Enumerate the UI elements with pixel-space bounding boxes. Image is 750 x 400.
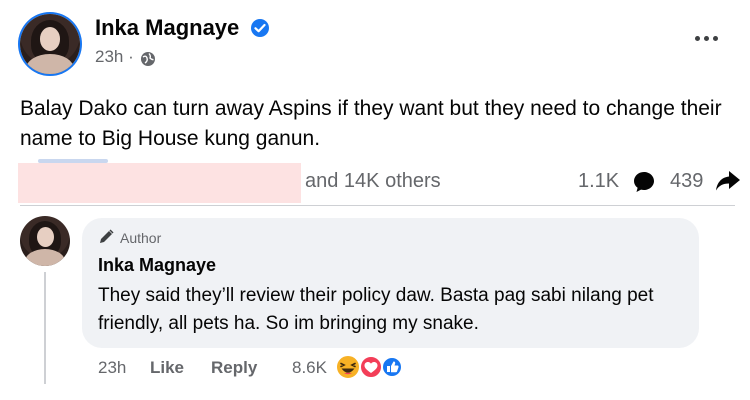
haha-reaction-icon	[335, 354, 361, 380]
comments-count[interactable]: 1.1K	[578, 170, 619, 193]
reactions-summary[interactable]: and 14K others	[305, 170, 441, 193]
globe-icon	[141, 52, 155, 66]
post-text: Balay Dako can turn away Aspins if they …	[20, 97, 722, 150]
thread-line	[44, 272, 46, 384]
pencil-icon	[100, 229, 114, 243]
comment-author-name[interactable]: Inka Magnaye	[98, 255, 216, 276]
shares-count[interactable]: 439	[670, 170, 703, 193]
comment-timestamp[interactable]: 23h	[98, 358, 126, 378]
comment-author-avatar[interactable]	[20, 216, 70, 266]
post-timestamp[interactable]: 23h ·	[95, 47, 134, 67]
verified-badge-icon	[251, 19, 269, 37]
comment-text: They said they’ll review their policy da…	[98, 285, 654, 334]
comment-bubble-icon	[634, 172, 654, 192]
like-reaction-icon	[381, 356, 403, 378]
more-options-icon[interactable]	[695, 28, 725, 41]
love-reaction-icon	[359, 355, 383, 379]
like-button[interactable]: Like	[150, 358, 184, 378]
reaction-icons-strip[interactable]	[38, 159, 108, 163]
comment-reactions-count[interactable]: 8.6K	[292, 358, 327, 378]
reply-button[interactable]: Reply	[211, 358, 257, 378]
redacted-reactors-block	[18, 163, 301, 203]
author-badge: Author	[120, 230, 162, 246]
comment-reaction-icons[interactable]	[333, 353, 413, 381]
divider	[20, 205, 735, 206]
share-arrow-icon	[716, 171, 740, 191]
post-author-name[interactable]: Inka Magnaye	[95, 15, 239, 41]
post-author-avatar[interactable]	[20, 14, 80, 74]
